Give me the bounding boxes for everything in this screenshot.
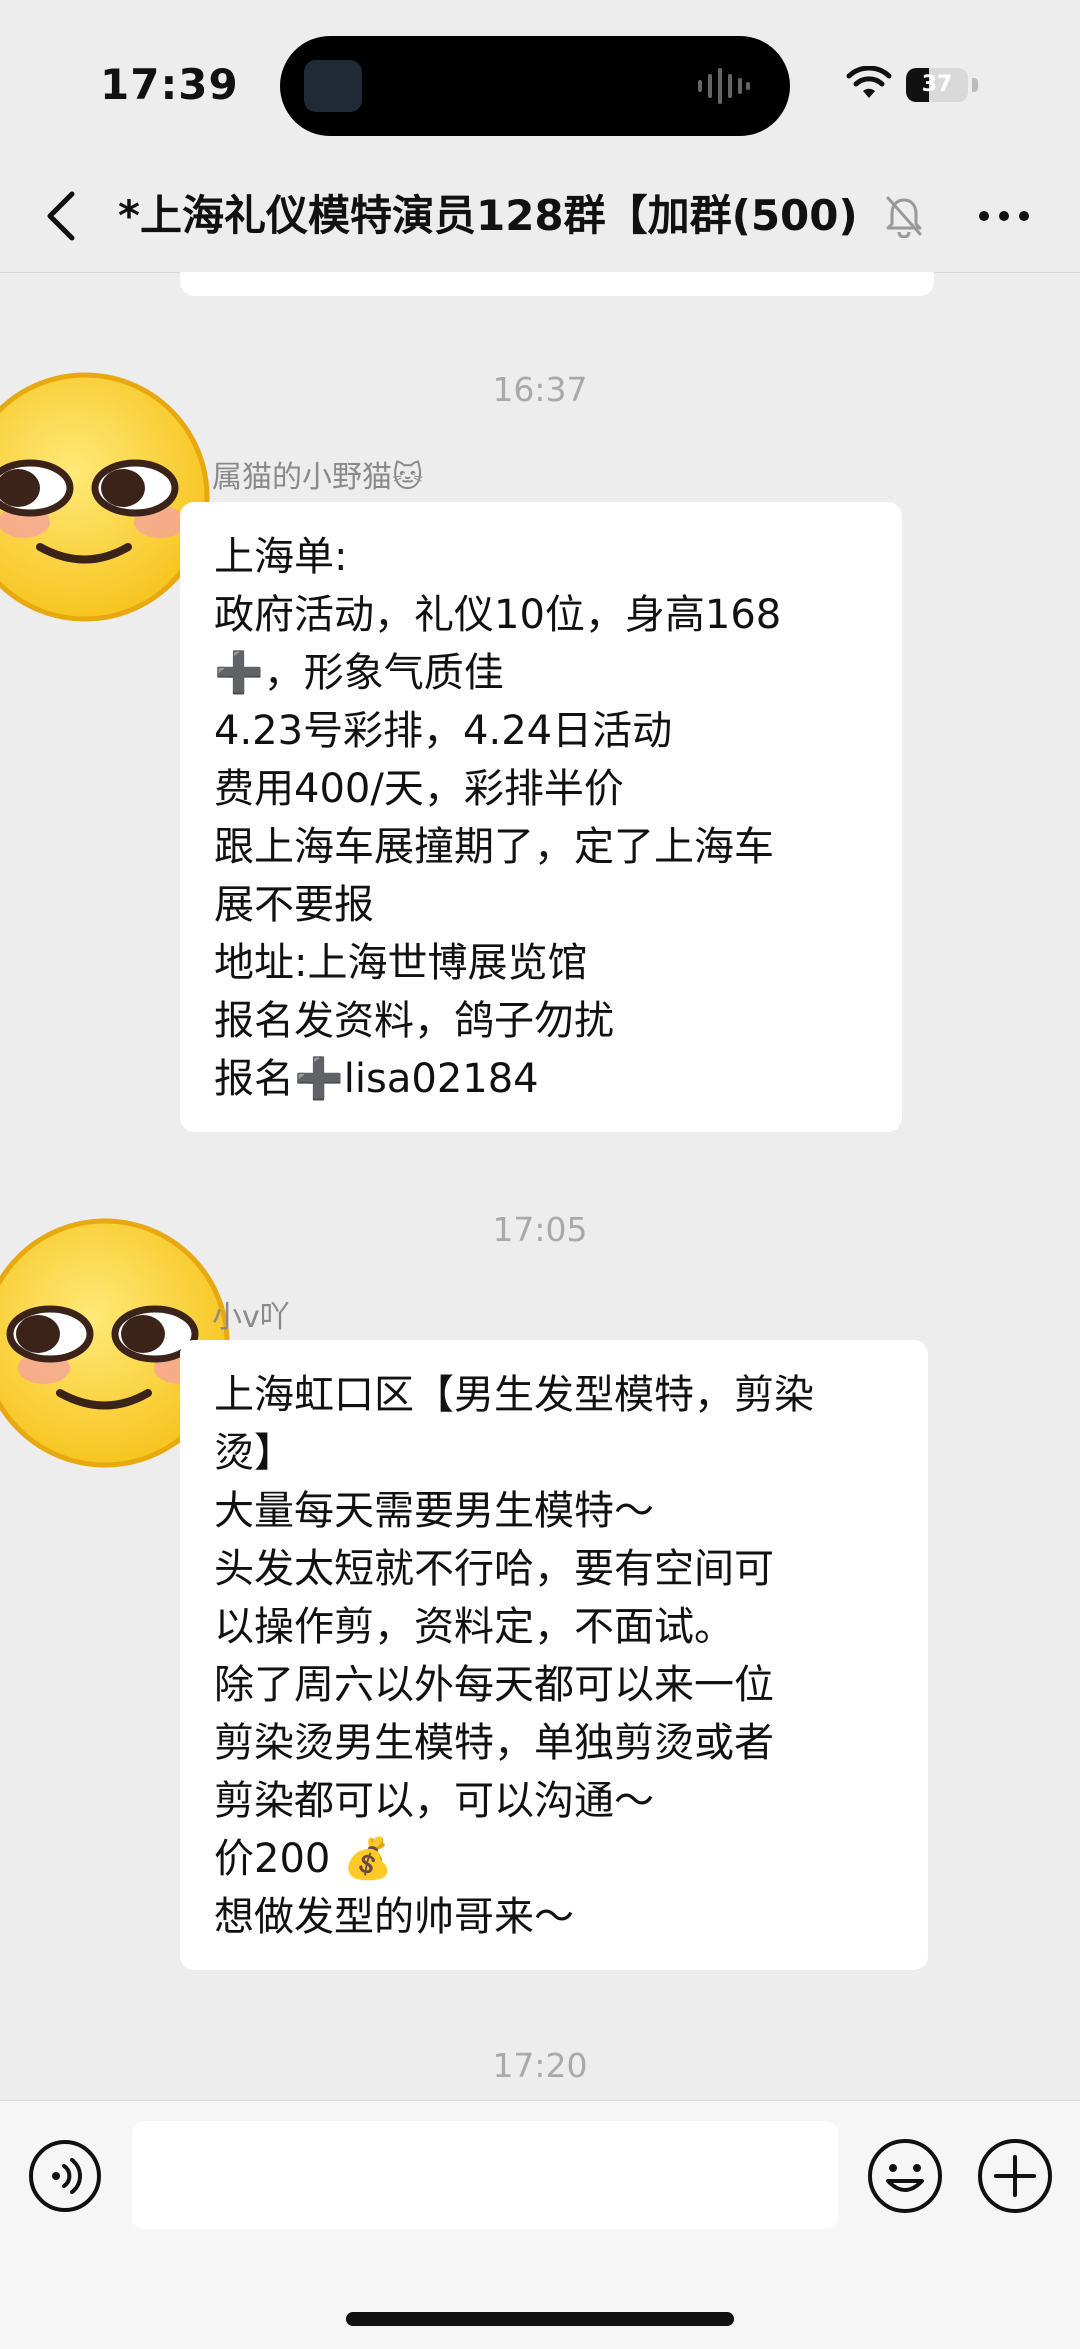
- status-time: 17:39: [100, 60, 239, 109]
- back-icon[interactable]: [40, 188, 84, 244]
- message-line: 价200 💰: [214, 1836, 393, 1882]
- sender-name[interactable]: 小v吖: [212, 1292, 290, 1336]
- message-text: 上海虹口区【男生发型模特，剪染 烫】 大量每天需要男生模特～ 头发太短就不行哈，…: [214, 1366, 928, 1946]
- message-line: 费用400/天，彩排半价: [214, 766, 624, 812]
- now-playing-app-icon: [304, 60, 362, 112]
- message-line: ➕，形象气质佳: [214, 650, 504, 696]
- mute-bell-icon: [886, 196, 922, 238]
- message-line: 4.23号彩排，4.24日活动: [214, 708, 673, 754]
- audio-wave-icon: [698, 68, 750, 104]
- message-line: 头发太短就不行哈，要有空间可: [214, 1546, 774, 1592]
- timestamp: 17:20: [492, 2046, 588, 2085]
- chat-title[interactable]: *上海礼仪模特演员128群【加群(500): [118, 186, 878, 246]
- message-line: 地址:上海世博展览馆: [214, 940, 588, 986]
- message-line: 以操作剪，资料定，不面试。: [214, 1604, 734, 1650]
- plus-icon[interactable]: [976, 2137, 1054, 2215]
- previous-message-bubble[interactable]: [180, 272, 934, 296]
- message-line: 展不要报: [214, 882, 374, 928]
- message-line: 大量每天需要男生模特～: [214, 1488, 654, 1534]
- message-input[interactable]: [132, 2121, 838, 2229]
- message-line: 报名➕lisa02184: [214, 1056, 539, 1102]
- message-line: 剪染都可以，可以沟通～: [214, 1778, 654, 1824]
- message-line: 跟上海车展撞期了，定了上海车: [214, 824, 774, 870]
- chat-header: *上海礼仪模特演员128群【加群(500): [0, 160, 1080, 273]
- message-line: 剪染烫男生模特，单独剪烫或者: [214, 1720, 774, 1766]
- message-line: 烫】: [214, 1430, 294, 1476]
- battery-indicator: 37: [906, 68, 968, 102]
- message-line: 除了周六以外每天都可以来一位: [214, 1662, 774, 1708]
- message-text: 上海单: 政府活动，礼仪10位，身高168 ➕，形象气质佳 4.23号彩排，4.…: [214, 528, 902, 1108]
- message-line: 上海单:: [214, 534, 348, 580]
- battery-percent: 37: [921, 72, 953, 97]
- voice-icon[interactable]: [28, 2139, 102, 2213]
- wifi-icon: [846, 66, 892, 98]
- avatar-smiley-emoji[interactable]: [0, 372, 210, 622]
- dynamic-island[interactable]: [280, 36, 790, 136]
- message-bubble[interactable]: 上海虹口区【男生发型模特，剪染 烫】 大量每天需要男生模特～ 头发太短就不行哈，…: [180, 1340, 928, 1970]
- message-line: 上海虹口区【男生发型模特，剪染: [214, 1372, 814, 1418]
- sender-name[interactable]: 属猫的小野猫🐱: [212, 452, 423, 496]
- emoji-icon[interactable]: [866, 2137, 944, 2215]
- message-line: 报名发资料，鸽子勿扰: [214, 998, 614, 1044]
- status-bar: 17:39 37: [0, 0, 1080, 160]
- home-indicator[interactable]: [346, 2312, 734, 2326]
- message-line: 想做发型的帅哥来～: [214, 1894, 574, 1940]
- message-line: 政府活动，礼仪10位，身高168: [214, 592, 782, 638]
- message-bubble[interactable]: 上海单: 政府活动，礼仪10位，身高168 ➕，形象气质佳 4.23号彩排，4.…: [180, 502, 902, 1132]
- battery-cap: [972, 78, 978, 92]
- more-icon[interactable]: [976, 206, 1032, 226]
